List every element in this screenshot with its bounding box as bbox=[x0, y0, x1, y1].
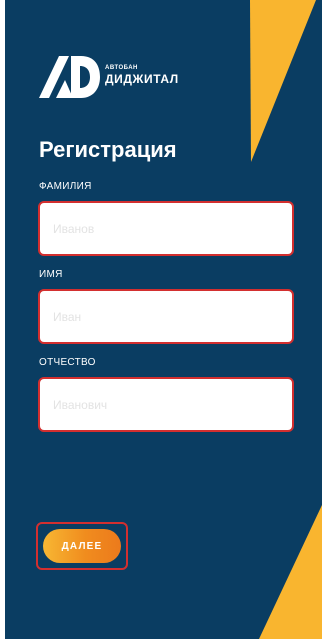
logo-mark-icon bbox=[39, 56, 100, 98]
page-title: Регистрация bbox=[39, 137, 177, 162]
patronymic-input[interactable] bbox=[43, 382, 289, 427]
next-button-highlight: ДАЛЕЕ bbox=[36, 522, 128, 570]
surname-field bbox=[38, 201, 294, 256]
surname-input[interactable] bbox=[43, 206, 289, 251]
next-button[interactable]: ДАЛЕЕ bbox=[43, 529, 121, 563]
logo-top-text: АВТОБАН bbox=[105, 65, 138, 71]
bottom-accent-triangle bbox=[259, 505, 322, 639]
first-name-label: ИМЯ bbox=[39, 269, 63, 280]
patronymic-label: ОТЧЕСТВО bbox=[39, 357, 96, 368]
top-accent-triangle bbox=[250, 0, 316, 162]
first-name-field bbox=[38, 289, 294, 344]
surname-label: ФАМИЛИЯ bbox=[39, 181, 92, 192]
registration-screen: АВТОБАН ДИДЖИТАЛ Регистрация ФАМИЛИЯ ИМЯ… bbox=[5, 0, 322, 639]
logo-name: ДИДЖИТАЛ bbox=[105, 72, 179, 86]
first-name-input[interactable] bbox=[43, 294, 289, 339]
logo-wordmark: АВТОБАН ДИДЖИТАЛ bbox=[105, 65, 179, 85]
brand-logo: АВТОБАН ДИДЖИТАЛ bbox=[39, 52, 199, 100]
patronymic-field bbox=[38, 377, 294, 432]
